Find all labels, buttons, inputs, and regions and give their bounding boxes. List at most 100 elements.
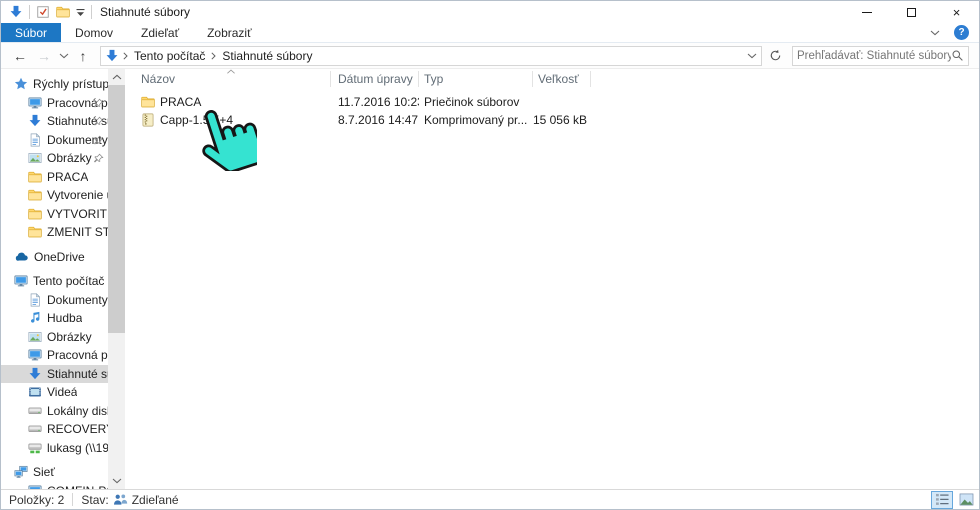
column-header[interactable]: Názov [131,69,331,89]
ribbon-tab[interactable]: Zdieľať [127,23,193,42]
view-switcher [931,491,977,509]
desktop-icon [28,96,42,110]
sidebar-item[interactable]: Stiahnuté súbory [1,365,108,384]
sidebar-item-label: COMFIN-PC [47,484,108,489]
history-dropdown-icon[interactable] [57,45,70,67]
network-icon [14,465,28,479]
sidebar-item-label: Obrázky [47,151,92,165]
sidebar-item[interactable]: Obrázky [1,149,108,168]
file-modified-date: 11.7.2016 10:23 [331,93,419,111]
sidebar-item-label: PRACA [47,170,88,184]
ribbon-tab[interactable]: Domov [61,23,127,42]
sidebar-item[interactable]: Sieť [1,463,108,482]
sidebar-item[interactable]: Dokumenty [1,131,108,150]
sidebar-item[interactable]: Lokálny disk (C:) [1,402,108,421]
refresh-button[interactable] [766,46,784,66]
properties-button-icon[interactable] [36,5,50,19]
thumbnails-view-button[interactable] [955,491,977,509]
scrollbar-thumb[interactable] [108,85,125,333]
document-icon [28,133,42,147]
maximize-button[interactable] [889,1,934,23]
star-icon [14,77,28,91]
sidebar-item-label: lukasg (\\192.168 [47,441,108,455]
video-icon [28,385,42,399]
download-icon [28,367,42,381]
minimize-button[interactable] [844,1,889,23]
sidebar-item[interactable]: Stiahnuté súb [1,112,108,131]
scroll-up-icon[interactable] [108,69,125,85]
scroll-down-icon[interactable] [108,473,125,489]
sidebar-item-label: Stiahnuté súbory [47,367,108,381]
column-header-label: Názov [141,72,175,86]
details-view-button[interactable] [931,491,953,509]
picture-icon [28,330,42,344]
sidebar-item[interactable]: Pracovná plocha [1,346,108,365]
sidebar-item[interactable]: Vytvorenie užíva [1,186,108,205]
back-button[interactable]: ← [9,45,31,67]
ribbon-tab-row: SúborDomovZdieľaťZobraziť ? [1,23,979,43]
sidebar-item-label: Vytvorenie užíva [47,188,108,202]
address-dropdown-icon[interactable] [747,53,757,59]
explorer-window: Stiahnuté súbory × SúborDomovZdieľaťZobr… [0,0,980,510]
sidebar-item[interactable]: OneDrive [1,248,108,267]
sidebar-item[interactable]: RECOVERY (D:) [1,420,108,439]
navigation-pane: Rýchly prístupPracovná ploStiahnuté súbD… [1,69,127,489]
new-folder-button-icon[interactable] [56,5,70,19]
sidebar-item-label: OneDrive [34,250,85,264]
up-button[interactable]: ↑ [72,45,94,67]
ribbon-tab[interactable]: Zobraziť [193,23,266,42]
sidebar-item[interactable]: Tento počítač [1,272,108,291]
sidebar-item[interactable]: Videá [1,383,108,402]
sidebar-item[interactable]: Obrázky [1,328,108,347]
sidebar-item-label: Dokumenty [47,293,108,307]
details-view-icon [935,493,950,506]
sidebar-item[interactable]: VYTVORIT NOV [1,205,108,224]
file-row[interactable]: PRACA11.7.2016 10:23Priečinok súborov [131,93,979,111]
help-button[interactable]: ? [954,25,969,40]
file-modified-date: 8.7.2016 14:47 [331,111,419,129]
file-row[interactable]: Capp-1.5.5+48.7.2016 14:47Komprimovaný p… [131,111,979,129]
disk-icon [28,404,42,418]
file-name-cell[interactable]: Capp-1.5.5+4 [131,111,331,129]
file-size: 15 056 kB [533,111,591,129]
sidebar-item-label: Pracovná plocha [47,348,108,362]
column-separator[interactable] [590,71,591,87]
file-name-cell[interactable]: PRACA [131,93,331,111]
sidebar-item[interactable]: Pracovná plo [1,94,108,113]
column-header[interactable]: Dátum úpravy [331,69,419,89]
sidebar-item[interactable]: Dokumenty [1,291,108,310]
file-type: Priečinok súborov [419,93,533,111]
ribbon-collapse-chevron-icon[interactable] [930,30,940,36]
search-input[interactable] [797,50,951,62]
sidebar-item-label: RECOVERY (D:) [47,422,108,436]
sort-ascending-icon [227,69,236,74]
breadcrumb-item[interactable]: Stiahnuté súbory [222,49,312,63]
disk-icon [28,422,42,436]
file-list-pane: Názov Dátum úpravyTypVeľkosť PRACA11.7.20… [127,69,979,489]
pin-icon [93,135,104,146]
sidebar-item[interactable]: ZMENIT STAV OI [1,223,108,242]
column-header[interactable]: Veľkosť [533,69,591,89]
qat-separator [29,5,30,19]
close-button[interactable]: × [934,1,979,23]
sidebar-item[interactable]: Hudba [1,309,108,328]
navigation-bar: ← → ↑ Tento počítač Stiahnuté súbory [1,43,979,69]
breadcrumb: Tento počítač Stiahnuté súbory [123,49,743,63]
sidebar-item[interactable]: Rýchly prístup [1,75,108,94]
column-header[interactable]: Typ [419,69,533,89]
sidebar-scrollbar[interactable] [108,69,125,489]
file-name: Capp-1.5.5+4 [160,113,233,127]
sidebar-item[interactable]: lukasg (\\192.168 [1,439,108,458]
qat-dropdown-icon[interactable] [76,8,85,17]
status-label: Stav: [81,493,108,507]
sidebar-item[interactable]: PRACA [1,168,108,187]
sidebar-item[interactable]: COMFIN-PC [1,482,108,490]
desktop-icon [28,484,42,489]
search-icon [951,49,964,62]
forward-button[interactable]: → [33,45,55,67]
address-bar[interactable]: Tento počítač Stiahnuté súbory [100,46,762,66]
cloud-icon [14,250,29,264]
breadcrumb-item[interactable]: Tento počítač [134,49,205,63]
ribbon-tab[interactable]: Súbor [1,23,61,42]
address-location-icon [105,49,119,63]
